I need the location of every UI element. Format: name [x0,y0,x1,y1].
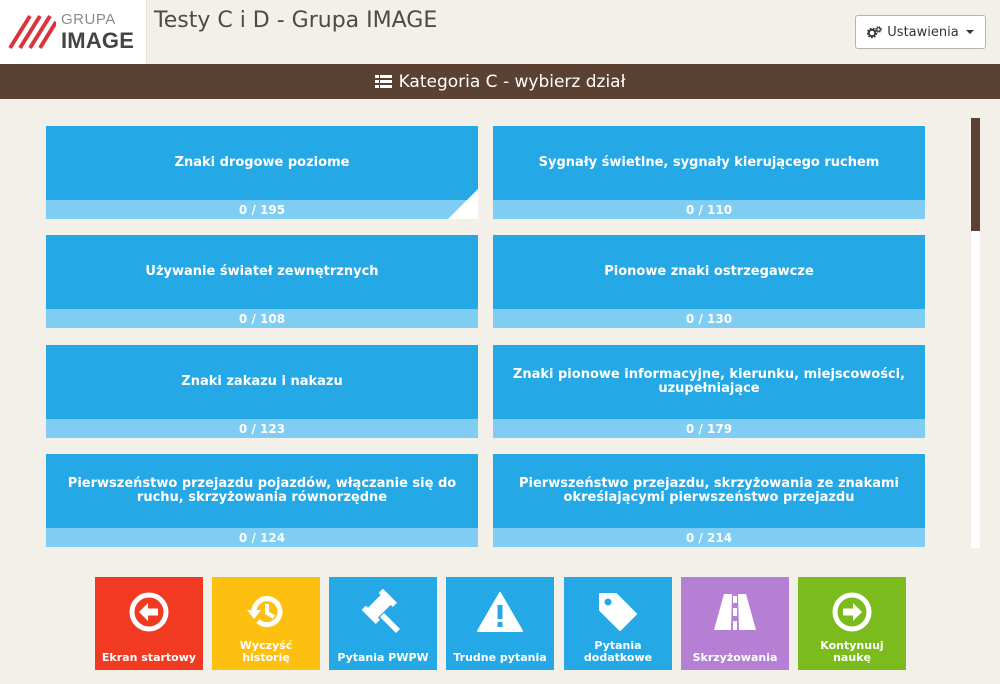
extra-questions-button[interactable]: Pytania dodatkowe [564,577,672,670]
section-tile-title: Znaki drogowe poziome [174,155,350,170]
category-title: Kategoria C - wybierz dział [398,71,626,92]
section-tile[interactable]: Sygnały świetlne, sygnały kierującego ru… [493,126,925,219]
section-tile[interactable]: Znaki zakazu i nakazu 0 / 123 [46,345,478,438]
category-bar: Kategoria C - wybierz dział [0,64,1000,99]
scrollbar-track[interactable] [971,118,980,548]
arrow-right-circle-icon [832,592,872,632]
logo-text-line1: GRUPA [61,11,116,28]
intersections-button[interactable]: Skrzyżowania [681,577,789,670]
clear-history-label: Wyczyść historię [239,639,293,664]
list-icon [374,75,392,88]
logo-text-line2: IMAGE [61,28,135,53]
section-tile[interactable]: Pierwszeństwo przejazdu, skrzyżowania ze… [493,454,925,547]
logo-stripes-icon [8,14,56,50]
section-tile-title: Pierwszeństwo przejazdu, skrzyżowania ze… [519,476,899,505]
scrollbar-thumb[interactable] [971,118,980,231]
app-title: Testy C i D - Grupa IMAGE [154,8,438,33]
pwpw-questions-label: Pytania PWPW [337,651,429,664]
section-tile-progress: 0 / 130 [493,309,925,328]
section-tile-progress: 0 / 179 [493,419,925,438]
section-tile[interactable]: Używanie świateł zewnętrznych 0 / 108 [46,235,478,328]
section-tile-title: Znaki zakazu i nakazu [181,374,343,389]
home-screen-label: Ekran startowy [101,651,197,664]
warning-icon [477,592,523,632]
section-tile-progress: 0 / 123 [46,419,478,438]
selected-corner-marker [448,189,478,219]
tag-icon [599,593,637,631]
section-tile-progress: 0 / 195 [46,200,478,219]
section-tile-progress: 0 / 214 [493,528,925,547]
settings-label: Ustawienia [887,24,959,40]
section-tile[interactable]: Pierwszeństwo przejazdu pojazdów, włącza… [46,454,478,547]
gavel-icon [361,589,400,633]
settings-button[interactable]: Ustawienia [855,15,986,49]
section-tile-title: Pierwszeństwo przejazdu pojazdów, włącza… [67,476,457,505]
section-tile[interactable]: Znaki drogowe poziome 0 / 195 [46,126,478,219]
chevron-down-icon [965,30,974,34]
clear-history-button[interactable]: Wyczyść historię [212,577,320,670]
section-tile[interactable]: Pionowe znaki ostrzegawcze 0 / 130 [493,235,925,328]
extra-questions-label: Pytania dodatkowe [583,639,653,664]
gears-icon [867,25,883,38]
section-tiles: Znaki drogowe poziome 0 / 195 Sygnały św… [46,126,926,548]
continue-learning-button[interactable]: Kontynuuj naukę [798,577,906,670]
logo: GRUPA IMAGE [0,0,147,64]
section-tile-title: Używanie świateł zewnętrznych [145,264,379,279]
road-icon [714,594,756,630]
section-tile[interactable]: Znaki pionowe informacyjne, kierunku, mi… [493,345,925,438]
section-tile-title: Pionowe znaki ostrzegawcze [604,264,814,279]
hard-questions-button[interactable]: Trudne pytania [446,577,554,670]
intersections-label: Skrzyżowania [692,651,778,664]
section-tile-progress: 0 / 124 [46,528,478,547]
history-icon [247,596,283,628]
section-tile-title: Znaki pionowe informacyjne, kierunku, mi… [512,367,906,396]
section-tile-progress: 0 / 108 [46,309,478,328]
section-tile-progress: 0 / 110 [493,200,925,219]
section-tile-title: Sygnały świetlne, sygnały kierującego ru… [538,155,880,170]
continue-learning-label: Kontynuuj naukę [820,639,884,664]
home-screen-button[interactable]: Ekran startowy [95,577,203,670]
pwpw-questions-button[interactable]: Pytania PWPW [329,577,437,670]
hard-questions-label: Trudne pytania [453,651,547,664]
arrow-left-circle-icon [129,592,169,632]
header: GRUPA IMAGE Testy C i D - Grupa IMAGE Us… [0,0,1000,64]
